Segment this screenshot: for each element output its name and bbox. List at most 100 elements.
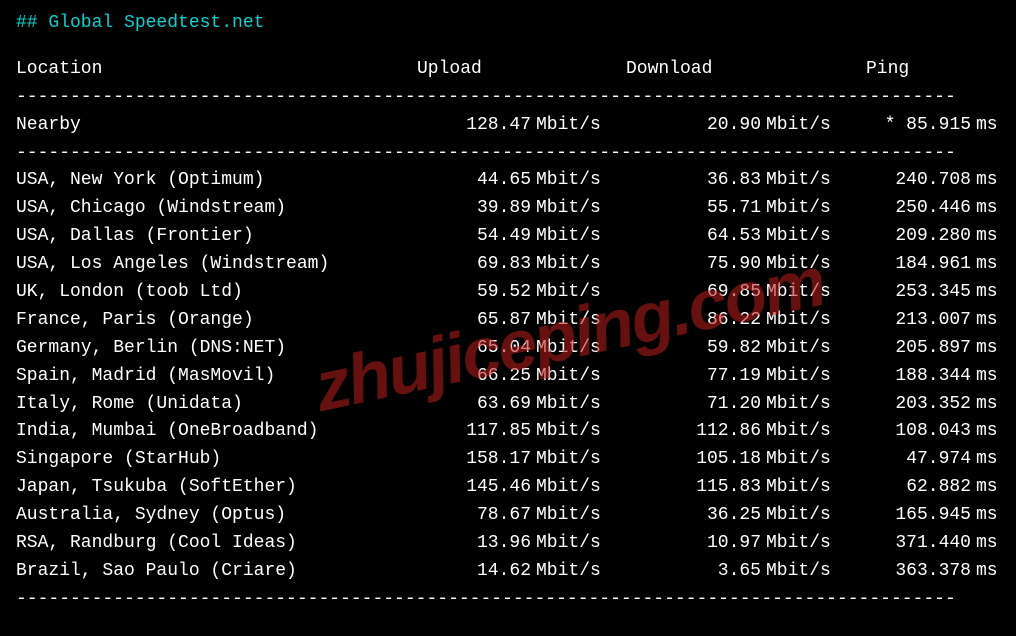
speed-unit: Mbit/s [761,502,836,530]
row-upload: 117.85 [386,418,531,446]
row-download: 112.86 [606,418,761,446]
speed-unit: Mbit/s [531,167,606,195]
row-upload: 158.17 [386,446,531,474]
table-row: USA, Chicago (Windstream)39.89Mbit/s55.7… [16,195,1000,223]
nearby-upload: 128.47 [386,112,531,140]
speed-unit: Mbit/s [761,530,836,558]
ping-unit: ms [971,251,1016,279]
table-row: France, Paris (Orange)65.87Mbit/s86.22Mb… [16,307,1000,335]
speed-unit: Mbit/s [531,251,606,279]
table-row: India, Mumbai (OneBroadband)117.85 Mbit/s… [16,418,1000,446]
speed-unit: Mbit/s [761,335,836,363]
speed-unit: Mbit/s [761,223,836,251]
row-ping: 184.961 [836,251,971,279]
row-ping: 209.280 [836,223,971,251]
speed-unit: Mbit/s [531,558,606,586]
row-location: Singapore (StarHub) [16,446,386,474]
speed-unit: Mbit/s [531,502,606,530]
table-row: Singapore (StarHub)158.17Mbit/s105.18Mbi… [16,446,1000,474]
row-download: 59.82 [606,335,761,363]
row-location: USA, Chicago (Windstream) [16,195,386,223]
row-download: 77.19 [606,363,761,391]
divider-line: ----------------------------------------… [16,84,996,112]
row-ping: 165.945 [836,502,971,530]
speed-unit: Mbit/s [761,195,836,223]
row-upload: 66.25 [386,363,531,391]
speed-unit: Mbit/s [531,530,606,558]
row-ping: 205.897 [836,335,971,363]
speed-unit: Mbit/s [761,251,836,279]
ping-unit: ms [971,391,1016,419]
divider-line: ----------------------------------------… [16,586,996,614]
row-download: 36.83 [606,167,761,195]
table-row: USA, Dallas (Frontier)54.49Mbit/s64.53Mb… [16,223,1000,251]
row-location: Germany, Berlin (DNS:NET) [16,335,386,363]
speed-unit: Mbit/s [761,279,836,307]
table-row: RSA, Randburg (Cool Ideas)13.96Mbit/s10.… [16,530,1000,558]
row-upload: 65.04 [386,335,531,363]
ping-unit: ms [971,167,1016,195]
row-download: 3.65 [606,558,761,586]
row-location: Brazil, Sao Paulo (Criare) [16,558,386,586]
row-location: India, Mumbai (OneBroadband) [16,418,386,446]
row-location: USA, Dallas (Frontier) [16,223,386,251]
row-location: France, Paris (Orange) [16,307,386,335]
table-row: UK, London (toob Ltd)59.52Mbit/s69.85Mbi… [16,279,1000,307]
speed-unit: Mbit/s [531,223,606,251]
nearby-download: 20.90 [606,112,761,140]
speed-unit: Mbit/s [761,418,836,446]
row-download: 71.20 [606,391,761,419]
row-ping: 108.043 [836,418,971,446]
row-upload: 65.87 [386,307,531,335]
ping-unit: ms [971,418,1016,446]
row-ping: 253.345 [836,279,971,307]
row-location: UK, London (toob Ltd) [16,279,386,307]
speed-unit: Mbit/s [761,558,836,586]
row-download: 75.90 [606,251,761,279]
row-download: 10.97 [606,530,761,558]
header-upload: Upload [386,56,531,84]
row-upload: 69.83 [386,251,531,279]
ping-unit: ms [971,530,1016,558]
speed-unit: Mbit/s [761,391,836,419]
speed-unit: Mbit/s [761,307,836,335]
speed-unit: Mbit/s [531,307,606,335]
speed-unit: Mbit/s [531,446,606,474]
row-download: 86.22 [606,307,761,335]
speed-unit: Mbit/s [531,363,606,391]
table-row: Germany, Berlin (DNS:NET)65.04Mbit/s59.8… [16,335,1000,363]
speed-unit: Mbit/s [761,474,836,502]
table-row: Australia, Sydney (Optus)78.67Mbit/s36.2… [16,502,1000,530]
ping-unit: ms [971,279,1016,307]
speed-unit: Mbit/s [531,279,606,307]
row-download: 55.71 [606,195,761,223]
section-title: ## Global Speedtest.net [16,10,1000,38]
ping-unit: ms [971,474,1016,502]
ping-unit: ms [971,335,1016,363]
spacer [531,56,606,84]
row-download: 36.25 [606,502,761,530]
ping-unit: ms [971,223,1016,251]
row-download: 64.53 [606,223,761,251]
row-location: Italy, Rome (Unidata) [16,391,386,419]
ping-unit: ms [971,502,1016,530]
ping-unit: ms [971,307,1016,335]
table-row: Brazil, Sao Paulo (Criare)14.62Mbit/s3.6… [16,558,1000,586]
ping-unit: ms [971,558,1016,586]
table-row: Italy, Rome (Unidata)63.69Mbit/s71.20Mbi… [16,391,1000,419]
ping-unit: ms [971,112,1016,140]
row-location: USA, New York (Optimum) [16,167,386,195]
speed-unit: Mbit/s [531,335,606,363]
ping-unit: ms [971,446,1016,474]
speed-unit: Mbit/s [531,112,606,140]
table-row: USA, New York (Optimum)44.65Mbit/s36.83M… [16,167,1000,195]
header-location: Location [16,56,386,84]
row-ping: 203.352 [836,391,971,419]
row-download: 115.83 [606,474,761,502]
speed-unit: Mbit/s [761,446,836,474]
row-upload: 63.69 [386,391,531,419]
speed-unit: Mbit/s [761,112,836,140]
row-upload: 13.96 [386,530,531,558]
row-location: Australia, Sydney (Optus) [16,502,386,530]
ping-unit: ms [971,363,1016,391]
